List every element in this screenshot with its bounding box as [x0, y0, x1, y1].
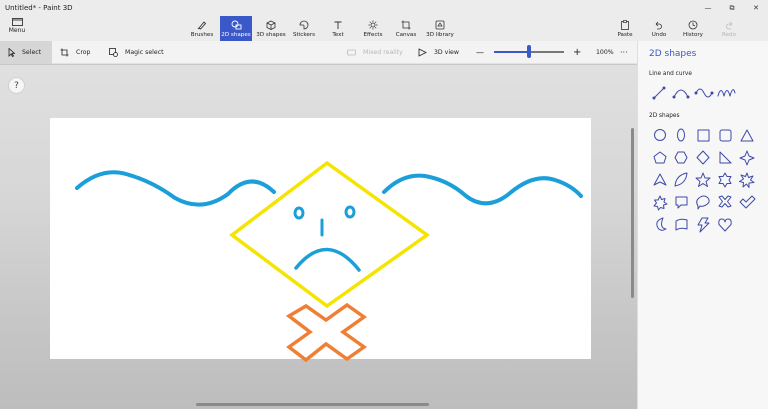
left-eye	[293, 206, 305, 220]
frown-mouth	[294, 247, 361, 272]
diamond-icon	[696, 150, 710, 165]
triangle-icon	[740, 129, 754, 142]
history-icon	[688, 20, 698, 29]
star4-icon	[739, 150, 755, 166]
square-icon	[697, 129, 710, 142]
history-label: History	[683, 31, 703, 38]
line-tool-button[interactable]	[650, 85, 668, 103]
curve-tool-button[interactable]	[672, 85, 690, 103]
speech-bubble-icon	[675, 196, 688, 209]
star5-icon	[695, 172, 711, 187]
hexagon-icon	[674, 151, 688, 164]
undo-label: Undo	[651, 31, 667, 38]
shapes-section-title: 2D shapes	[649, 113, 680, 119]
right-wave	[382, 173, 583, 206]
window-controls: — ⧉ ✕	[696, 0, 768, 16]
restore-button[interactable]: ⧉	[720, 0, 744, 16]
lightning-icon	[697, 217, 710, 233]
star6-icon	[718, 172, 732, 188]
drawing-art	[75, 160, 583, 363]
burst-icon	[739, 172, 755, 188]
orange-cross	[285, 302, 368, 363]
close-button[interactable]: ✕	[744, 0, 768, 16]
redo-label: Redo	[721, 31, 737, 38]
oval-icon	[677, 128, 685, 142]
rounded-square-icon	[719, 129, 732, 142]
right-triangle-icon	[719, 151, 732, 164]
checkmark-icon	[739, 195, 756, 209]
vertical-scrollbar[interactable]	[631, 128, 634, 298]
wave-flag-icon	[675, 218, 688, 231]
leaf-icon	[674, 172, 688, 187]
undo-icon	[655, 21, 662, 29]
moon-icon	[656, 217, 667, 231]
burst-alt-icon	[653, 195, 668, 211]
right-eye	[344, 205, 356, 219]
thought-bubble-icon	[696, 195, 710, 210]
history-button[interactable]: History	[681, 16, 705, 41]
pentagon-icon	[653, 151, 667, 164]
horizontal-scrollbar[interactable]	[196, 403, 429, 406]
minimize-button[interactable]: —	[696, 0, 720, 16]
arrow-up-icon	[653, 173, 667, 186]
shapes-panel: 2D shapes Line and curve 2D shapes	[637, 41, 768, 409]
left-wave	[75, 170, 276, 207]
heart-icon	[718, 218, 732, 232]
cross-x-icon	[718, 195, 732, 208]
s-curve-tool-button[interactable]	[695, 85, 713, 103]
undo-button[interactable]: Undo	[648, 16, 670, 41]
circle-icon	[654, 129, 666, 141]
redo-icon	[726, 21, 733, 29]
redo-button[interactable]: Redo	[718, 16, 740, 41]
zigzag-tool-button[interactable]	[717, 85, 735, 103]
